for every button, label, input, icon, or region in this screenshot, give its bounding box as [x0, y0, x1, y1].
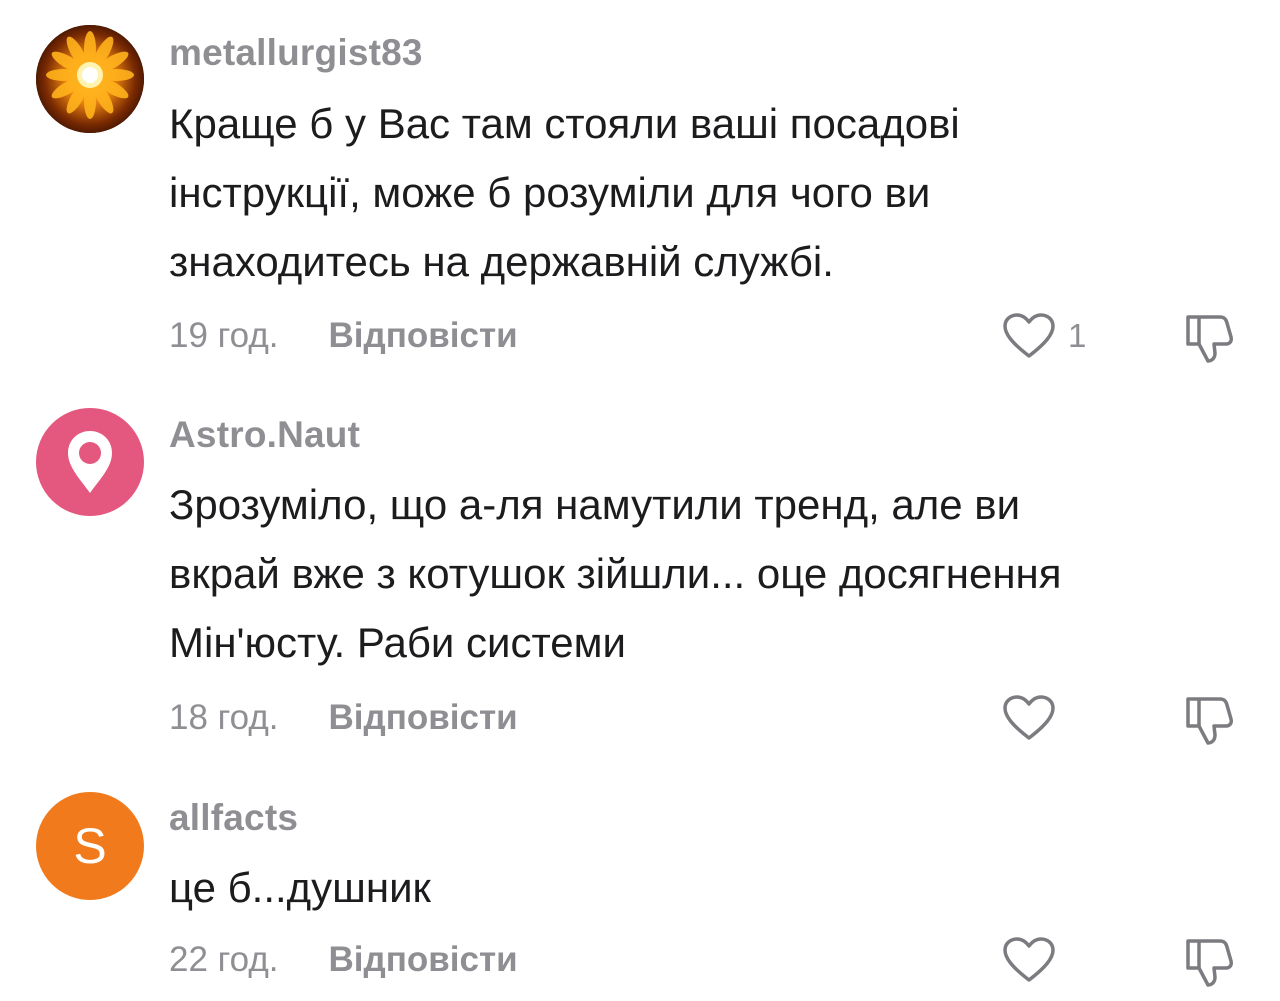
- comment-meta: 19 год. Відповісти: [169, 311, 518, 361]
- timestamp: 22 год.: [169, 940, 279, 979]
- comment-text: Краще б у Вас там стояли ваші посадові і…: [169, 89, 1209, 296]
- username[interactable]: Astro.Naut: [169, 414, 360, 456]
- location-pin-icon: [68, 431, 112, 493]
- sunflower-photo: [36, 25, 144, 133]
- comment-text-line: це б...душник: [169, 864, 431, 911]
- comment-text-line: інструкції, може б розуміли для чого ви: [169, 169, 931, 216]
- reply-button[interactable]: Відповісти: [329, 698, 518, 738]
- reply-button[interactable]: Відповісти: [329, 316, 518, 356]
- comment-text-line: Мін'юсту. Раби системи: [169, 619, 626, 666]
- thumbs-down-outline-icon: [1186, 939, 1233, 987]
- thumbs-down-outline-icon: [1186, 697, 1233, 745]
- avatar-letter: S: [73, 818, 107, 874]
- comment-meta: 22 год. Відповісти: [169, 935, 518, 985]
- avatar[interactable]: S: [36, 792, 144, 900]
- dislike-button[interactable]: [1180, 309, 1236, 365]
- heart-outline-icon: [1003, 313, 1055, 358]
- username[interactable]: metallurgist83: [169, 32, 423, 74]
- like-button[interactable]: [1002, 935, 1068, 985]
- comment-text-line: Краще б у Вас там стояли ваші посадові: [169, 100, 960, 147]
- like-count: 1: [1068, 317, 1087, 354]
- comment-meta: 18 год. Відповісти: [169, 693, 518, 743]
- like-button[interactable]: 1: [1002, 311, 1086, 361]
- dislike-button[interactable]: [1180, 933, 1236, 989]
- comment-text-line: Зрозуміло, що а-ля намутили тренд, але в…: [169, 481, 1021, 528]
- avatar[interactable]: [36, 408, 144, 516]
- comment-text: Зрозуміло, що а-ля намутили тренд, але в…: [169, 470, 1209, 677]
- avatar[interactable]: [36, 25, 144, 133]
- comment-text: це б...душник: [169, 853, 1209, 922]
- heart-outline-icon: [1003, 937, 1055, 982]
- like-button[interactable]: [1002, 693, 1068, 743]
- reply-button[interactable]: Відповісти: [329, 940, 518, 980]
- timestamp: 19 год.: [169, 316, 279, 355]
- heart-outline-icon: [1003, 695, 1055, 740]
- dislike-button[interactable]: [1180, 691, 1236, 747]
- comment-text-line: знаходитесь на державній службі.: [169, 238, 834, 285]
- thumbs-down-outline-icon: [1186, 315, 1233, 363]
- timestamp: 18 год.: [169, 698, 279, 737]
- username[interactable]: allfacts: [169, 797, 298, 839]
- comment-text-line: вкрай вже з котушок зійшли... оце досягн…: [169, 550, 1062, 597]
